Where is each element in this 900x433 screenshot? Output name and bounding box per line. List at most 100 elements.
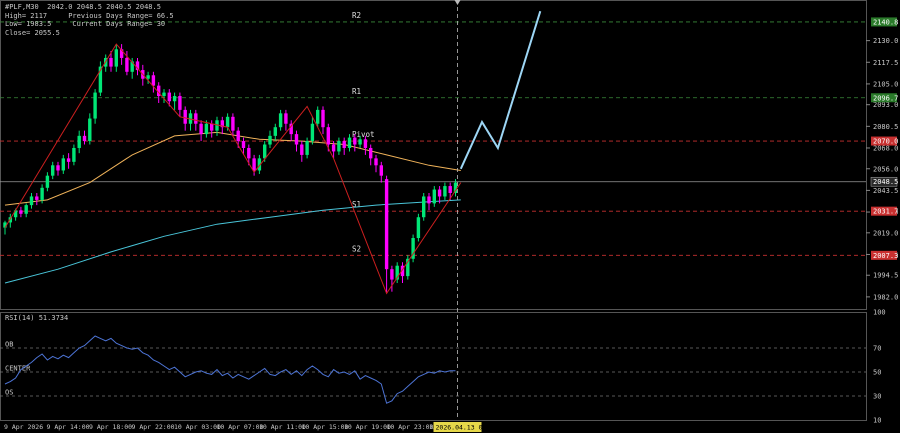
candle bbox=[194, 113, 198, 124]
chart-info: #PLF,M30 2042.0 2048.5 2040.5 2048.5 Hig… bbox=[5, 3, 174, 37]
candle bbox=[247, 147, 251, 159]
level-price-label: 2070.0 bbox=[873, 138, 898, 146]
rsi-title: RSI(14) 51.3734 bbox=[5, 314, 68, 322]
candle bbox=[300, 144, 304, 155]
candle bbox=[358, 139, 362, 145]
candle bbox=[61, 158, 65, 171]
rsi-y-tick-label: 70 bbox=[873, 345, 881, 353]
candle bbox=[231, 116, 235, 131]
candle bbox=[29, 196, 34, 206]
candle bbox=[151, 75, 156, 86]
candle bbox=[178, 96, 182, 110]
candle bbox=[252, 158, 256, 171]
candle bbox=[331, 144, 336, 152]
rsi-y-tick-label: 10 bbox=[873, 417, 881, 425]
level-price-label: 2031.7 bbox=[873, 208, 898, 216]
candle bbox=[353, 137, 357, 145]
candle bbox=[326, 127, 330, 145]
info-symbol: #PLF,M30 2042.0 2048.5 2040.5 2048.5 bbox=[5, 3, 161, 11]
cursor-time-label: 2026.04.13 08:00 bbox=[436, 424, 499, 432]
x-tick-label: 10 Apr 23:00 bbox=[387, 423, 434, 431]
candle bbox=[114, 49, 118, 67]
cursor-marker bbox=[454, 0, 461, 5]
candle bbox=[284, 113, 288, 124]
candle bbox=[183, 109, 187, 124]
candle bbox=[316, 109, 320, 124]
candle bbox=[24, 205, 28, 214]
x-tick-label: 10 Apr 19:00 bbox=[344, 423, 391, 431]
candle bbox=[305, 141, 309, 155]
candle bbox=[278, 113, 283, 128]
level-label-r1: R1 bbox=[352, 87, 361, 96]
candle bbox=[273, 127, 277, 136]
x-tick-label: 9 Apr 18:00 bbox=[89, 423, 132, 431]
y-tick-label: 2080.5 bbox=[873, 123, 898, 131]
candle bbox=[204, 123, 209, 135]
rsi-y-tick-label: 50 bbox=[873, 369, 881, 377]
candle bbox=[241, 141, 246, 148]
candle bbox=[268, 135, 272, 145]
candle bbox=[19, 210, 23, 214]
candle bbox=[146, 75, 150, 79]
candle bbox=[66, 158, 71, 162]
candle bbox=[384, 179, 389, 270]
rsi-level-label: OS bbox=[5, 389, 13, 397]
candle bbox=[56, 165, 60, 171]
candle bbox=[448, 186, 452, 193]
candle bbox=[77, 135, 81, 148]
chart-root: 2130.0 2117.5 2105.0 2093.0 2080.5 2068.0 2056… bbox=[0, 0, 900, 433]
candle bbox=[437, 189, 442, 197]
x-tick-label: 9 Apr 22:00 bbox=[132, 423, 175, 431]
candle bbox=[443, 186, 447, 197]
current-price-label: 2048.5 bbox=[873, 178, 898, 186]
candle bbox=[162, 92, 166, 97]
candle bbox=[347, 137, 352, 148]
candle bbox=[88, 118, 92, 142]
candle bbox=[310, 123, 315, 142]
candle bbox=[172, 96, 177, 102]
candle bbox=[422, 196, 426, 218]
info-high: High= 2117 Previous Days Range= 66.5 bbox=[5, 11, 174, 20]
x-tick-label: 10 Apr 15:00 bbox=[302, 423, 349, 431]
candle bbox=[167, 92, 171, 102]
level-label-s2: S2 bbox=[352, 244, 361, 253]
candle bbox=[72, 147, 76, 162]
candle bbox=[40, 187, 44, 200]
rsi-level-label: OB bbox=[5, 341, 13, 349]
y-tick-label: 2056.0 bbox=[873, 165, 898, 173]
y-tick-label: 2105.0 bbox=[873, 80, 898, 88]
candle bbox=[427, 196, 431, 204]
candle bbox=[236, 130, 240, 142]
y-tick-label: 2130.0 bbox=[873, 37, 898, 45]
candle bbox=[210, 123, 214, 131]
rsi-line bbox=[4, 335, 456, 404]
x-tick-label: 10 Apr 03:00 bbox=[174, 423, 221, 431]
x-tick-label: 9 Apr 2026 bbox=[4, 423, 43, 431]
candle bbox=[379, 165, 383, 176]
zigzag-line bbox=[4, 43, 462, 295]
y-tick-label: 2068.0 bbox=[873, 144, 898, 152]
x-tick-label: 9 Apr 14:00 bbox=[47, 423, 90, 431]
candle bbox=[337, 141, 341, 152]
candle bbox=[109, 57, 113, 67]
candle bbox=[321, 109, 325, 128]
candle bbox=[82, 135, 87, 142]
y-tick-label: 2043.5 bbox=[873, 187, 898, 195]
candle bbox=[93, 92, 97, 119]
candle bbox=[416, 217, 421, 239]
candle bbox=[199, 123, 203, 135]
x-tick-label: 10 Apr 11:00 bbox=[259, 423, 306, 431]
rsi-y-tick-label: 100 bbox=[873, 309, 886, 317]
chart-canvas: 2130.0 2117.5 2105.0 2093.0 2080.5 2068.0 2056… bbox=[0, 0, 898, 432]
level-price-label: 2007.3 bbox=[873, 252, 898, 260]
rsi-y-tick-label: 30 bbox=[873, 393, 881, 401]
candle bbox=[294, 134, 299, 145]
candle bbox=[432, 189, 436, 204]
ma-fast-line bbox=[4, 131, 461, 206]
y-tick-label: 1982.0 bbox=[873, 293, 898, 301]
level-label-r2: R2 bbox=[352, 11, 361, 20]
candle bbox=[51, 165, 55, 176]
candle bbox=[263, 144, 267, 159]
candle bbox=[35, 196, 39, 200]
projection-line bbox=[459, 10, 542, 170]
